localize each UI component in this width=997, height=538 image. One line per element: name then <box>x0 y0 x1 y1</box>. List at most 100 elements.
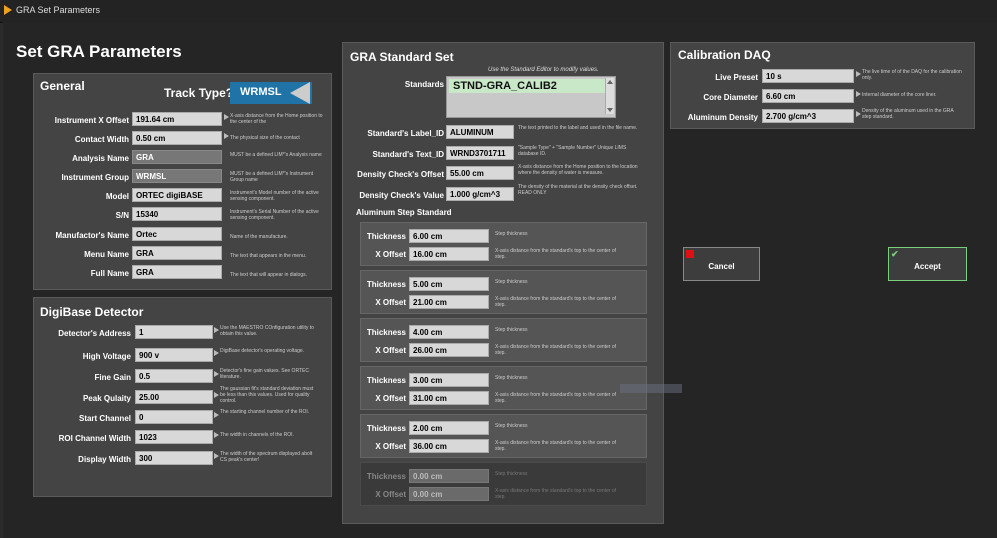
x-offset-field: 21.00 cm <box>409 295 489 309</box>
field-label: Standard's Label_ID <box>367 129 444 138</box>
contact-width-field[interactable]: 0.50 cm <box>132 131 222 145</box>
app-icon <box>4 5 12 15</box>
pointer-icon <box>214 453 219 459</box>
x-offset-label: X Offset <box>375 394 406 403</box>
pointer-icon <box>214 432 219 438</box>
x-offset-field: 31.00 cm <box>409 391 489 405</box>
x-offset-hint: X-axis distance from the standard's top … <box>495 248 617 260</box>
field-hint: "Sample Type" + "Sample Number" Unique L… <box>518 145 627 157</box>
page-title: Set GRA Parameters <box>16 42 182 61</box>
field-label: Peak Qulaity <box>82 394 131 403</box>
standards-scrollbar[interactable] <box>605 78 614 114</box>
field-label: Manufactor's Name <box>55 231 129 240</box>
thickness-label: Thickness <box>366 280 406 289</box>
field-label: Instrument Group <box>61 173 129 182</box>
thickness-field: 6.00 cm <box>409 229 489 243</box>
roi-channel-width-field[interactable]: 1023 <box>135 430 213 444</box>
x-offset-label: X Offset <box>375 490 406 499</box>
field-label: Instrument X Offset <box>54 116 129 125</box>
thickness-field: 3.00 cm <box>409 373 489 387</box>
field-hint: The live time of of the DAQ for the cali… <box>862 69 962 81</box>
x-offset-hint: X-axis distance from the standard's top … <box>495 296 617 308</box>
x-offset-field: 16.00 cm <box>409 247 489 261</box>
step-row: Thickness 2.00 cm Step thickness X Offse… <box>360 414 647 458</box>
manufacturer-name-field[interactable]: Ortec <box>132 227 222 241</box>
x-offset-hint: X-axis distance from the standard's top … <box>495 440 617 452</box>
title-bar: GRA Set Parameters <box>0 0 997 23</box>
step-row: Thickness 4.00 cm Step thickness X Offse… <box>360 318 647 362</box>
thickness-label: Thickness <box>366 232 406 241</box>
field-hint: The density of the material at the densi… <box>518 184 638 196</box>
x-offset-field: 26.00 cm <box>409 343 489 357</box>
field-hint: The physical size of the contact <box>230 135 300 141</box>
accept-button[interactable]: ✔ Accept <box>888 247 967 281</box>
instrument-group-field: WRMSL <box>132 169 222 183</box>
pointer-icon <box>214 350 219 356</box>
tooltip-ghost <box>620 384 682 393</box>
track-type-arrow-icon[interactable] <box>290 82 310 104</box>
standard-text-id-field: WRND3701711 <box>446 146 514 160</box>
aluminum-density-field[interactable]: 2.700 g/cm^3 <box>762 109 854 123</box>
pointer-icon <box>856 91 861 97</box>
field-hint: The text that will appear in dialogs. <box>230 272 307 278</box>
x-offset-label: X Offset <box>375 442 406 451</box>
step-row-disabled: Thickness 0.00 cm Step thickness X Offse… <box>360 462 647 506</box>
live-preset-field[interactable]: 10 s <box>762 69 854 83</box>
pointer-icon <box>214 371 219 377</box>
aluminum-step-title: Aluminum Step Standard <box>356 208 452 217</box>
step-row: Thickness 3.00 cm Step thickness X Offse… <box>360 366 647 410</box>
start-channel-field[interactable]: 0 <box>135 410 213 424</box>
accept-button-label: Accept <box>914 262 941 271</box>
peak-quality-field[interactable]: 25.00 <box>135 390 213 404</box>
field-label: Full Name <box>90 269 129 278</box>
fine-gain-field[interactable]: 0.5 <box>135 369 213 383</box>
cancel-button[interactable]: Cancel <box>683 247 760 281</box>
pointer-icon <box>214 392 219 398</box>
field-label: Fine Gain <box>94 373 131 382</box>
thickness-field: 5.00 cm <box>409 277 489 291</box>
thickness-field: 0.00 cm <box>409 469 489 483</box>
thickness-hint: Step thickness <box>495 375 528 381</box>
menu-name-field[interactable]: GRA <box>132 246 222 260</box>
x-offset-field: 36.00 cm <box>409 439 489 453</box>
standards-selected-item[interactable]: STND-GRA_CALIB2 <box>449 79 605 93</box>
display-width-field[interactable]: 300 <box>135 451 213 465</box>
field-hint: The starting channel number of the ROI. <box>220 409 310 415</box>
cancel-indicator-icon <box>686 250 694 258</box>
pointer-icon <box>856 71 861 77</box>
field-hint: Internal diameter of the core liner. <box>862 92 937 98</box>
high-voltage-field[interactable]: 900 v <box>135 348 213 362</box>
x-offset-label: X Offset <box>375 346 406 355</box>
full-name-field[interactable]: GRA <box>132 265 222 279</box>
track-type-value: WRMSL <box>240 86 282 98</box>
field-label: Start Channel <box>78 414 131 423</box>
field-label: Aluminum Density <box>687 113 758 122</box>
model-field[interactable]: ORTEC digiBASE <box>132 188 222 202</box>
pointer-icon <box>224 133 229 139</box>
cancel-button-label: Cancel <box>708 262 735 271</box>
standard-set-title: GRA Standard Set <box>350 50 454 64</box>
detector-address-field[interactable]: 1 <box>135 325 213 339</box>
thickness-hint: Step thickness <box>495 279 528 285</box>
field-hint: The gaussian fit's standard deviation mu… <box>220 386 314 404</box>
general-title: General <box>40 79 85 93</box>
thickness-label: Thickness <box>366 328 406 337</box>
pointer-icon <box>214 412 219 418</box>
field-label: Model <box>105 192 129 201</box>
instrument-x-offset-field[interactable]: 191.64 cm <box>132 112 222 126</box>
density-check-value-field: 1.000 g/cm^3 <box>446 187 514 201</box>
standards-label: Standards <box>404 80 444 89</box>
standards-listbox[interactable]: STND-GRA_CALIB2 <box>446 76 616 118</box>
x-offset-label: X Offset <box>375 298 406 307</box>
x-offset-hint: X-axis distance from the standard's top … <box>495 344 617 356</box>
field-label: ROI Channel Width <box>58 434 131 443</box>
field-hint: The width in channels of the ROI. <box>220 432 294 438</box>
x-offset-hint: X-axis distance from the standard's top … <box>495 392 617 404</box>
core-diameter-field[interactable]: 6.60 cm <box>762 89 854 103</box>
track-type-label: Track Type? <box>164 86 234 100</box>
x-offset-label: X Offset <box>375 250 406 259</box>
thickness-hint: Step thickness <box>495 231 528 237</box>
serial-number-field[interactable]: 15340 <box>132 207 222 221</box>
field-label: High Voltage <box>82 352 131 361</box>
analysis-name-field: GRA <box>132 150 222 164</box>
